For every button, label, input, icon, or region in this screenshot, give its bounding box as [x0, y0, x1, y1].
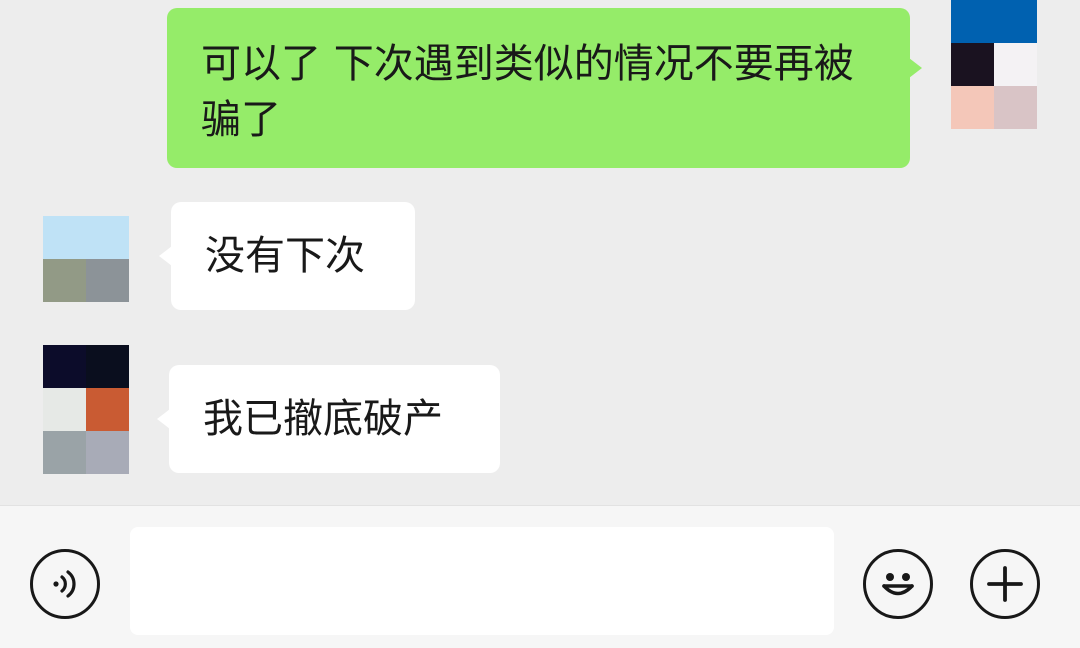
avatar-pixel	[86, 216, 129, 259]
friend-avatar[interactable]	[43, 345, 129, 474]
avatar-pixel	[951, 43, 994, 86]
message-input[interactable]	[130, 527, 834, 635]
message-text: 没有下次	[205, 233, 365, 279]
avatar-pixel	[43, 345, 86, 388]
avatar-pixel	[86, 173, 129, 216]
avatar-pixel	[43, 431, 86, 474]
message-text: 我已撤底破产	[203, 396, 443, 442]
avatar-pixel	[43, 216, 86, 259]
voice-icon	[53, 570, 76, 598]
incoming-message-bubble[interactable]: 没有下次	[159, 202, 415, 310]
avatar-pixel	[43, 173, 86, 216]
message-text: 可以了 下次遇到类似的情况不要再被骗了	[201, 41, 854, 143]
avatar-pixel	[43, 259, 86, 302]
chat-area: 可以了 下次遇到类似的情况不要再被骗了 没有下次 我已撤底破产	[0, 0, 1080, 505]
more-button[interactable]	[970, 549, 1040, 619]
plus-icon	[987, 566, 1023, 602]
input-bar	[0, 505, 1080, 648]
avatar-pixel	[994, 86, 1037, 129]
avatar-pixel	[951, 0, 994, 43]
avatar-pixel	[86, 259, 129, 302]
emoji-icon	[882, 573, 914, 596]
voice-button[interactable]	[30, 549, 100, 619]
friend-avatar[interactable]	[43, 173, 129, 302]
avatar-pixel	[43, 388, 86, 431]
outgoing-message-bubble[interactable]: 可以了 下次遇到类似的情况不要再被骗了	[167, 8, 922, 168]
avatar-pixel	[994, 0, 1037, 43]
avatar-pixel	[86, 388, 129, 431]
incoming-message-bubble[interactable]: 我已撤底破产	[157, 365, 500, 473]
self-avatar[interactable]	[951, 0, 1037, 129]
avatar-pixel	[994, 43, 1037, 86]
avatar-pixel	[86, 345, 129, 388]
avatar-pixel	[951, 86, 994, 129]
emoji-button[interactable]	[863, 549, 933, 619]
avatar-pixel	[86, 431, 129, 474]
